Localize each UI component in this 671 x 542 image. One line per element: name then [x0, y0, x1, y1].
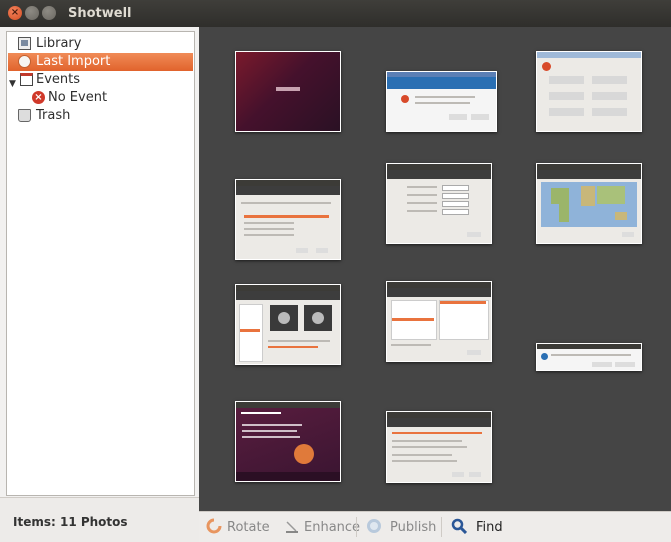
rotate-button[interactable]: Rotate — [227, 520, 270, 535]
last-import-icon — [18, 55, 31, 68]
find-icon — [451, 518, 467, 534]
publish-icon — [367, 519, 381, 533]
photo-thumbnail[interactable] — [235, 51, 341, 132]
title-bar: × Shotwell — [0, 0, 671, 27]
photo-thumbnail[interactable] — [386, 281, 492, 362]
no-event-icon: × — [32, 91, 45, 104]
items-count: Items: 11 Photos — [13, 515, 128, 529]
window-title: Shotwell — [68, 6, 132, 21]
rotate-icon — [206, 518, 222, 534]
sidebar-item-events[interactable]: ▼ Events — [8, 71, 193, 89]
library-icon — [18, 37, 31, 50]
photo-thumbnail[interactable] — [235, 179, 341, 260]
photo-thumbnail[interactable] — [386, 163, 492, 244]
maximize-window-button[interactable] — [42, 6, 56, 20]
photo-thumbnail[interactable] — [536, 163, 642, 244]
photo-thumbnail[interactable] — [536, 343, 642, 371]
events-icon — [20, 73, 33, 86]
find-button[interactable]: Find — [476, 520, 503, 535]
enhance-icon — [286, 521, 298, 533]
photo-thumbnail[interactable] — [536, 51, 642, 132]
photo-thumbnail[interactable] — [235, 284, 341, 365]
sidebar-item-label: No Event — [48, 90, 108, 105]
toolbar-separator — [356, 517, 357, 537]
photo-thumbnail[interactable] — [386, 411, 492, 483]
sidebar-item-no-event[interactable]: × No Event — [8, 89, 193, 107]
toolbar-separator — [441, 517, 442, 537]
photo-grid — [199, 27, 671, 511]
sidebar-item-library[interactable]: Library — [8, 35, 193, 53]
photo-thumbnail[interactable] — [235, 401, 341, 482]
close-window-button[interactable]: × — [8, 6, 22, 20]
publish-button[interactable]: Publish — [390, 520, 436, 535]
minimize-window-button[interactable] — [25, 6, 39, 20]
sidebar-item-label: Library — [36, 36, 82, 51]
sidebar-item-label: Trash — [36, 108, 71, 123]
photo-thumbnail[interactable] — [386, 71, 497, 132]
toolbar: Rotate Enhance Publish Find — [199, 511, 671, 542]
sidebar-item-label: Last Import — [36, 54, 111, 69]
status-bar: Items: 11 Photos — [0, 497, 199, 542]
sidebar-item-last-import[interactable]: Last Import — [8, 53, 193, 71]
enhance-button[interactable]: Enhance — [304, 520, 360, 535]
sidebar-item-trash[interactable]: Trash — [8, 107, 193, 125]
trash-icon — [18, 109, 31, 122]
sidebar-item-label: Events — [36, 72, 81, 87]
sidebar: Library Last Import ▼ Events × No Event … — [6, 31, 195, 496]
